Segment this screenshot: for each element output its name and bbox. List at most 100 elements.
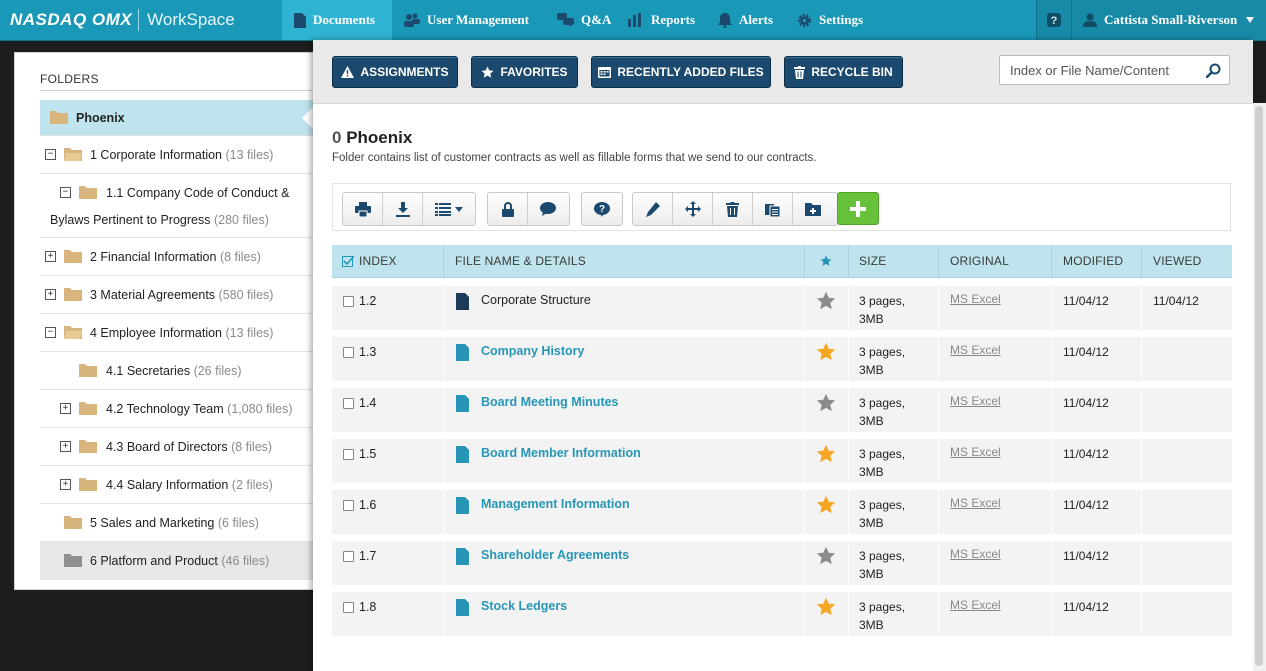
- lock-button[interactable]: [488, 193, 528, 225]
- file-name-link[interactable]: Board Member Information: [481, 446, 641, 460]
- collapse-toggle[interactable]: −: [45, 149, 56, 160]
- help-button[interactable]: ?: [1036, 0, 1071, 40]
- table-row[interactable]: 1.7 Shareholder Agreements 3 pages, 3MB MS E…: [332, 541, 1232, 585]
- users-icon: [404, 13, 420, 27]
- folder-item[interactable]: − 1 Corporate Information (13 files): [40, 136, 314, 174]
- file-name-link[interactable]: Corporate Structure: [481, 293, 591, 307]
- download-button[interactable]: [383, 193, 423, 225]
- collapse-toggle[interactable]: −: [45, 327, 56, 338]
- column-favorite-star-icon[interactable]: [820, 255, 832, 267]
- move-button[interactable]: [673, 193, 713, 225]
- row-checkbox[interactable]: [343, 602, 354, 613]
- column-modified[interactable]: MODIFIED: [1063, 245, 1123, 277]
- folder-item[interactable]: − 4 Employee Information (13 files): [40, 314, 314, 352]
- nav-documents[interactable]: Documents: [282, 0, 392, 40]
- favorites-button[interactable]: FAVORITES: [471, 56, 578, 88]
- ask-question-button[interactable]: ?: [582, 193, 622, 225]
- table-row[interactable]: 1.2 Corporate Structure 3 pages, 3MB MS Exce…: [332, 286, 1232, 330]
- pencil-icon: [646, 201, 660, 217]
- table-row[interactable]: 1.6 Management Information 3 pages, 3MB MS E…: [332, 490, 1232, 534]
- search-input[interactable]: [1008, 62, 1202, 79]
- row-checkbox[interactable]: [343, 347, 354, 358]
- list-view-button[interactable]: [423, 193, 475, 225]
- folder-item[interactable]: − 1.1 Company Code of Conduct & Bylaws P…: [40, 174, 314, 238]
- row-checkbox[interactable]: [343, 398, 354, 409]
- original-format-link[interactable]: MS Excel: [950, 445, 1001, 459]
- new-folder-button[interactable]: [793, 193, 833, 225]
- row-checkbox[interactable]: [343, 500, 354, 511]
- original-format-link[interactable]: MS Excel: [950, 394, 1001, 408]
- favorite-star-icon[interactable]: [816, 342, 836, 362]
- column-divider: [848, 337, 849, 381]
- favorite-star-icon[interactable]: [816, 597, 836, 617]
- file-name-link[interactable]: Shareholder Agreements: [481, 548, 629, 562]
- folder-item[interactable]: 5 Sales and Marketing (6 files): [40, 504, 314, 542]
- column-viewed[interactable]: VIEWED: [1153, 245, 1202, 277]
- nav-alerts[interactable]: Alerts: [718, 0, 773, 40]
- logo[interactable]: NASDAQ OMX WorkSpace: [10, 9, 235, 31]
- folder-item[interactable]: + 2 Financial Information (8 files): [40, 238, 314, 276]
- folder-item[interactable]: + 4.2 Technology Team (1,080 files): [40, 390, 314, 428]
- expand-toggle[interactable]: +: [60, 479, 71, 490]
- favorite-star-icon[interactable]: [816, 495, 836, 515]
- row-checkbox[interactable]: [343, 551, 354, 562]
- file-name-link[interactable]: Company History: [481, 344, 585, 358]
- nav-settings[interactable]: Settings: [797, 0, 863, 40]
- user-menu[interactable]: Cattista Small-Riverson: [1071, 0, 1266, 40]
- file-name-link[interactable]: Management Information: [481, 497, 630, 511]
- add-button[interactable]: [837, 192, 879, 225]
- recently-added-button[interactable]: RECENTLY ADDED FILES: [591, 56, 771, 88]
- scrollbar-thumb[interactable]: [1255, 106, 1263, 666]
- table-row[interactable]: 1.8 Stock Ledgers 3 pages, 3MB MS Excel 11/04…: [332, 592, 1232, 636]
- button-label: FAVORITES: [500, 65, 568, 79]
- original-format-link[interactable]: MS Excel: [950, 598, 1001, 612]
- folder-item[interactable]: + 4.3 Board of Directors (8 files): [40, 428, 314, 466]
- favorite-star-icon[interactable]: [816, 393, 836, 413]
- search-icon[interactable]: [1206, 63, 1221, 78]
- expand-toggle[interactable]: +: [60, 441, 71, 452]
- collapse-toggle[interactable]: −: [60, 187, 71, 198]
- nav-reports[interactable]: Reports: [628, 0, 695, 40]
- select-all-checkbox[interactable]: [342, 255, 354, 267]
- expand-toggle[interactable]: +: [45, 251, 56, 262]
- folder-item-phoenix[interactable]: Phoenix: [40, 100, 314, 136]
- assignments-button[interactable]: ASSIGNMENTS: [332, 56, 458, 88]
- table-row[interactable]: 1.3 Company History 3 pages, 3MB MS Excel 11/…: [332, 337, 1232, 381]
- recycle-bin-button[interactable]: RECYCLE BIN: [784, 56, 903, 88]
- print-button[interactable]: [343, 193, 383, 225]
- favorite-star-icon[interactable]: [816, 291, 836, 311]
- folder-label: 4.2 Technology Team: [106, 402, 224, 416]
- column-index[interactable]: INDEX: [359, 245, 397, 277]
- original-format-link[interactable]: MS Excel: [950, 292, 1001, 306]
- row-index: 1.5: [359, 447, 377, 461]
- edit-button[interactable]: [633, 193, 673, 225]
- nav-qa[interactable]: Q&A: [557, 0, 611, 40]
- folder-item[interactable]: 4.1 Secretaries (26 files): [40, 352, 314, 390]
- row-checkbox[interactable]: [343, 296, 354, 307]
- favorite-star-icon[interactable]: [816, 546, 836, 566]
- comment-button[interactable]: [528, 193, 568, 225]
- file-name-link[interactable]: Stock Ledgers: [481, 599, 567, 613]
- folder-item[interactable]: 6 Platform and Product (46 files): [40, 542, 314, 580]
- file-name-link[interactable]: Board Meeting Minutes: [481, 395, 619, 409]
- row-checkbox[interactable]: [343, 449, 354, 460]
- table-row[interactable]: 1.4 Board Meeting Minutes 3 pages, 3MB MS Ex…: [332, 388, 1232, 432]
- nav-user-management[interactable]: User Management: [404, 0, 529, 40]
- favorite-star-icon[interactable]: [816, 444, 836, 464]
- column-divider: [443, 337, 444, 381]
- original-format-link[interactable]: MS Excel: [950, 547, 1001, 561]
- copy-button[interactable]: [753, 193, 793, 225]
- folder-item[interactable]: + 3 Material Agreements (580 files): [40, 276, 314, 314]
- column-size[interactable]: SIZE: [859, 245, 886, 277]
- document-icon: [456, 344, 469, 361]
- original-format-link[interactable]: MS Excel: [950, 343, 1001, 357]
- folder-item[interactable]: + 4.4 Salary Information (2 files): [40, 466, 314, 504]
- table-row[interactable]: 1.5 Board Member Information 3 pages, 3MB MS…: [332, 439, 1232, 483]
- column-file-name[interactable]: FILE NAME & DETAILS: [455, 245, 586, 277]
- expand-toggle[interactable]: +: [45, 289, 56, 300]
- selection-arrow: [302, 106, 314, 130]
- original-format-link[interactable]: MS Excel: [950, 496, 1001, 510]
- column-original[interactable]: ORIGINAL: [950, 245, 1009, 277]
- expand-toggle[interactable]: +: [60, 403, 71, 414]
- delete-button[interactable]: [713, 193, 753, 225]
